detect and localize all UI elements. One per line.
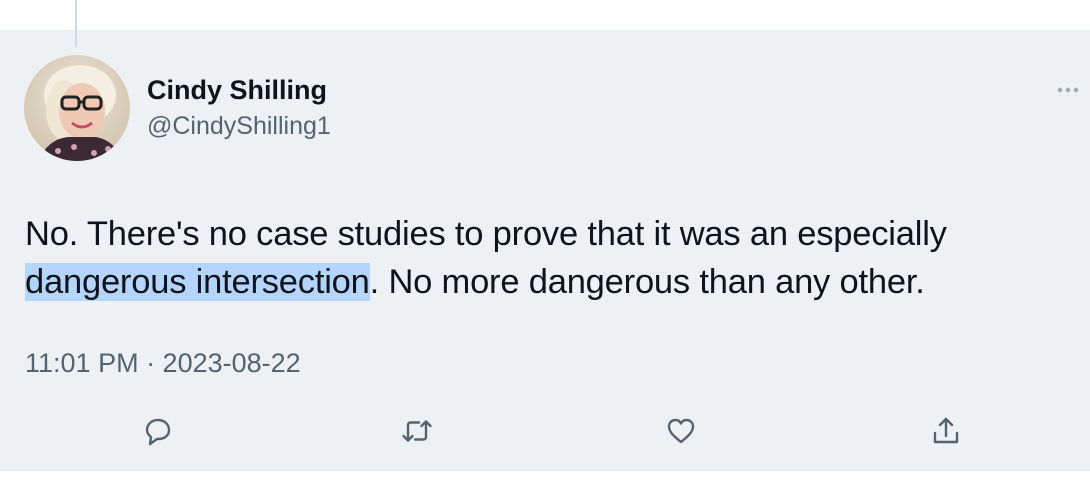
next-section-divider xyxy=(0,470,1090,493)
retweet-icon[interactable] xyxy=(325,0,347,6)
tweet-text-line-1: No. There's no case studies to prove tha… xyxy=(25,215,947,253)
share-icon[interactable] xyxy=(928,413,964,449)
previous-tweet-actions xyxy=(0,0,1090,30)
reply-icon[interactable] xyxy=(139,413,175,449)
author-handle[interactable]: @CindyShilling1 xyxy=(147,112,331,141)
selected-text: dangerous intersection xyxy=(25,263,370,301)
avatar-image xyxy=(24,55,130,161)
tweet-timestamp[interactable]: 11:01 PM · 2023-08-22 xyxy=(25,348,301,379)
reply-icon[interactable] xyxy=(150,0,172,6)
tweet-text-line-2-rest: . No more dangerous than any other. xyxy=(369,263,925,301)
like-icon[interactable] xyxy=(493,0,515,6)
thread-connector xyxy=(75,0,77,47)
more-options-icon[interactable] xyxy=(1054,80,1082,100)
author-display-name[interactable]: Cindy Shilling xyxy=(147,75,327,106)
share-icon[interactable] xyxy=(666,0,688,6)
like-icon[interactable] xyxy=(663,413,699,449)
avatar[interactable] xyxy=(24,55,130,161)
retweet-icon[interactable] xyxy=(399,413,435,449)
tweet-text: No. There's no case studies to prove tha… xyxy=(25,210,1085,306)
tweet-text-line-2: dangerous intersection. No more dangerou… xyxy=(25,258,1085,306)
